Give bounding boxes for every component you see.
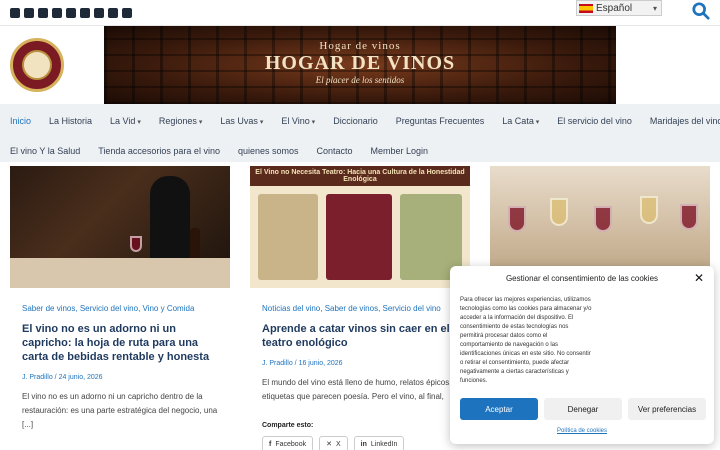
nav-item-la-vid[interactable]: La Vid [110,116,141,126]
facebook-icon[interactable] [10,8,20,18]
share-buttons: f Facebook ✕ X in LinkedIn [262,436,405,450]
linkedin-icon: in [360,440,367,448]
wine-glass [640,196,658,224]
post-categories[interactable]: Noticias del vino, Saber de vinos, Servi… [262,304,441,313]
linkedin-icon[interactable] [94,8,104,18]
chevron-down-icon: ▾ [652,3,657,13]
post-excerpt: El vino no es un adorno ni un capricho d… [22,392,218,429]
tiktok-icon[interactable] [66,8,76,18]
cookie-consent-dialog: Gestionar el consentimiento de las cooki… [450,266,714,444]
cookie-policy-link[interactable]: Política de cookies [450,428,714,434]
share-facebook-label: Facebook [275,440,307,448]
post-excerpt: El mundo del vino está lleno de humo, re… [262,378,456,401]
banner-title: HOGAR DE VINOS [264,52,456,74]
nav-item-member-login[interactable]: Member Login [371,146,429,156]
main-nav: Inicio La Historia La Vid Regiones Las U… [0,104,720,162]
nav-item-las-uvas[interactable]: Las Uvas [220,116,263,126]
nav-item-contacto[interactable]: Contacto [317,146,353,156]
post-meta[interactable]: J. Pradillo / 24 junio, 2026 [22,374,103,381]
cookie-dialog-title: Gestionar el consentimiento de las cooki… [505,274,659,283]
nav-item-vino-salud[interactable]: El vino Y la Salud [10,146,80,156]
accept-cookies-button[interactable]: Aceptar [460,398,538,420]
image-title: El Vino no Necesita Teatro: Hacia una Cu… [255,169,465,183]
share-linkedin-label: LinkedIn [370,440,398,448]
share-linkedin-button[interactable]: in LinkedIn [353,436,405,450]
poster-panel [258,194,318,280]
poster-panel [326,194,392,280]
share-x-button[interactable]: ✕ X [319,436,348,450]
nav-item-maridajes[interactable]: Maridajes del vino [650,116,720,126]
nav-item-el-vino[interactable]: El Vino [281,116,315,126]
language-select[interactable]: Español ▾ [576,0,662,16]
share-x-label: X [335,440,341,448]
social-links [10,8,132,18]
nav-item-inicio[interactable]: Inicio [10,116,31,126]
post-card: Saber de vinos, Servicio del vino, Vino … [10,166,230,450]
close-icon[interactable]: ✕ [694,271,704,285]
top-bar: Español ▾ [0,0,720,26]
nav-item-quienes-somos[interactable]: quienes somos [238,146,299,156]
table-surface [10,258,230,288]
wine-glass [594,206,612,232]
wine-glass [508,206,526,232]
wine-glass [680,204,698,230]
deny-cookies-button[interactable]: Denegar [544,398,622,420]
telegram-icon[interactable] [108,8,118,18]
wine-glass [550,198,568,226]
language-label: Español [596,2,633,14]
post-title[interactable]: El vino no es un adorno ni un capricho: … [22,322,222,364]
cookie-preferences-button[interactable]: Ver preferencias [628,398,706,420]
x-icon: ✕ [326,441,332,448]
youtube-icon[interactable] [52,8,62,18]
nav-item-la-cata[interactable]: La Cata [502,116,539,126]
pinterest-icon[interactable] [122,8,132,18]
facebook-icon: f [269,440,272,448]
nav-item-la-historia[interactable]: La Historia [49,116,92,126]
logo-emblem [22,50,52,80]
banner-subtitle: El placer de los sentidos [315,75,405,85]
spain-flag-icon [579,3,593,13]
instagram-icon[interactable] [38,8,48,18]
post-image[interactable] [10,166,230,288]
search-icon[interactable] [692,2,710,20]
post-title[interactable]: Aprende a catar vinos sin caer en el tea… [262,322,462,350]
post-image[interactable]: El Vino no Necesita Teatro: Hacia una Cu… [250,166,470,288]
post-card: El Vino no Necesita Teatro: Hacia una Cu… [250,166,470,450]
nav-item-regiones[interactable]: Regiones [159,116,203,126]
banner-small-text: Hogar de vinos [319,40,401,52]
site-logo[interactable] [10,38,64,92]
cookie-dialog-text: Para ofrecer las mejores experiencias, u… [460,297,592,384]
post-categories[interactable]: Saber de vinos, Servicio del vino, Vino … [22,304,194,313]
wine-glass [130,236,142,252]
nav-item-tienda[interactable]: Tienda accesorios para el vino [98,146,220,156]
whatsapp-icon[interactable] [80,8,90,18]
share-facebook-button[interactable]: f Facebook [262,436,314,450]
header-banner: Hogar de vinos HOGAR DE VINOS El placer … [104,26,616,104]
nav-item-servicio-del-vino[interactable]: El servicio del vino [557,116,632,126]
share-label: Comparte esto: [262,422,314,429]
nav-item-preguntas-frecuentes[interactable]: Preguntas Frecuentes [396,116,485,126]
nav-item-diccionario[interactable]: Diccionario [333,116,378,126]
twitter-icon[interactable] [24,8,34,18]
post-meta[interactable]: J. Pradillo / 16 junio, 2026 [262,360,343,367]
